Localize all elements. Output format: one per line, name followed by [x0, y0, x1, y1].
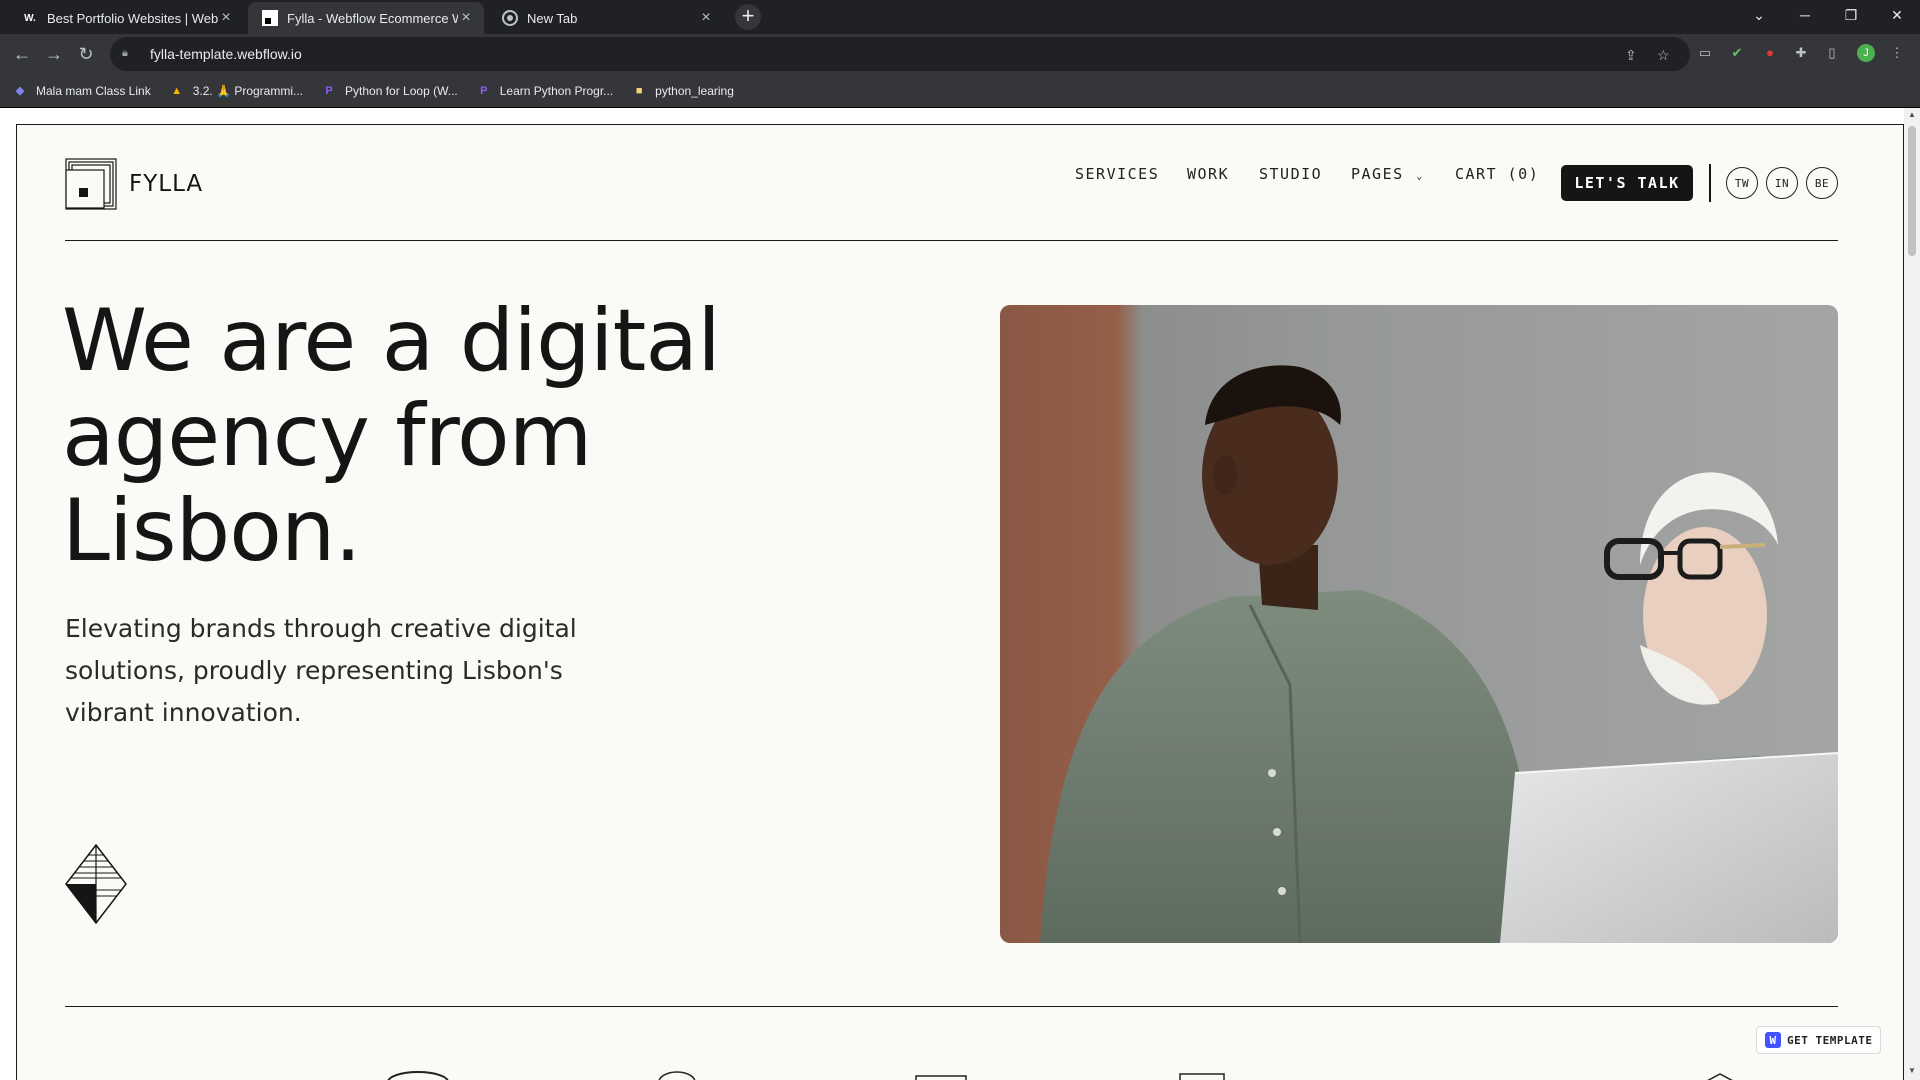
hero-headline-line: We are a digital	[62, 291, 721, 391]
page-favicon-icon	[262, 10, 278, 26]
bookmark-item[interactable]: P Learn Python Progr...	[476, 83, 613, 99]
chrome-icon	[502, 10, 518, 26]
back-button[interactable]: ←	[10, 42, 34, 66]
menu-kebab-icon[interactable]: ⋮	[1888, 44, 1906, 62]
minimize-button[interactable]: ─	[1782, 0, 1828, 30]
close-tab-icon[interactable]: ×	[218, 9, 234, 27]
bookmark-item[interactable]: ▲ 3.2. 🙏 Programmi...	[169, 83, 303, 99]
p-icon: P	[325, 84, 333, 97]
extensions-puzzle-icon[interactable]: ✚	[1792, 44, 1810, 62]
bookmark-label: Python for Loop (W...	[345, 83, 458, 98]
close-window-button[interactable]: ✕	[1874, 0, 1920, 30]
tab-new-tab[interactable]: New Tab ×	[488, 2, 724, 34]
client-logos-row	[387, 1071, 1733, 1080]
bookmark-star-icon[interactable]: ☆	[1657, 47, 1670, 64]
folder-icon: ■	[635, 84, 643, 97]
scroll-up-arrow-icon[interactable]: ▲	[1904, 110, 1920, 119]
nav-pages-label: PAGES	[1351, 165, 1404, 183]
bookmark-folder[interactable]: ■ python_learing	[631, 83, 734, 99]
hero-headline: We are a digital agency from Lisbon.	[62, 294, 822, 579]
diamond-ornament-icon	[65, 844, 127, 924]
tab-fylla[interactable]: Fylla - Webflow Ecommerce Web ×	[248, 2, 484, 34]
lets-talk-button[interactable]: LET'S TALK	[1561, 165, 1693, 201]
bookmark-label: Mala mam Class Link	[36, 83, 151, 98]
hero-subtext: Elevating brands through creative digita…	[65, 614, 577, 727]
hero-photo	[1000, 305, 1838, 943]
nav-divider	[1709, 164, 1711, 202]
nav-cart[interactable]: CART (0)	[1455, 165, 1539, 183]
bookmark-label: 3.2. 🙏 Programmi...	[192, 83, 304, 98]
close-tab-icon[interactable]: ×	[698, 9, 714, 27]
browser-tab-strip: W. Best Portfolio Websites | Web De × Fy…	[0, 0, 1920, 34]
team-photo-illustration	[1040, 365, 1838, 943]
get-template-button[interactable]: W GET TEMPLATE	[1756, 1026, 1881, 1054]
chevron-down-icon: ⌄	[1416, 171, 1424, 182]
tab-title: New Tab	[527, 10, 578, 26]
triangle-icon: ▲	[171, 84, 183, 97]
fylla-logo-icon	[65, 158, 117, 210]
bookmark-item[interactable]: ◆ Mala mam Class Link	[12, 83, 151, 99]
teams-icon: ◆	[15, 85, 25, 97]
page-scrollbar[interactable]: ▲ ▼	[1904, 108, 1920, 1080]
hero-headline-line: agency from	[62, 386, 592, 486]
lock-icon: 🔒︎	[122, 47, 128, 59]
bookmark-label: Learn Python Progr...	[499, 83, 614, 98]
forward-button[interactable]: →	[42, 42, 66, 66]
profile-avatar-icon[interactable]: J	[1857, 44, 1875, 62]
tab-search-icon[interactable]: ⌄	[1736, 0, 1782, 30]
webflow-favicon-icon: W.	[24, 12, 36, 24]
p-icon: P	[480, 84, 488, 97]
extension-check-icon[interactable]: ✔	[1728, 44, 1746, 62]
bookmark-item[interactable]: P Python for Loop (W...	[321, 83, 458, 99]
social-linkedin-link[interactable]: IN	[1766, 167, 1798, 199]
nav-services[interactable]: SERVICES	[1075, 165, 1159, 183]
nav-pages-dropdown[interactable]: PAGES ⌄	[1351, 165, 1424, 183]
scroll-down-arrow-icon[interactable]: ▼	[1904, 1066, 1920, 1075]
share-icon[interactable]: ⇪	[1625, 47, 1637, 64]
nav-studio[interactable]: STUDIO	[1259, 165, 1322, 183]
url-text: fylla-template.webflow.io	[150, 46, 302, 62]
restore-button[interactable]: ❐	[1828, 0, 1874, 30]
extension-red-icon[interactable]: ●	[1761, 44, 1779, 62]
get-template-label: GET TEMPLATE	[1787, 1033, 1873, 1047]
social-behance-link[interactable]: BE	[1806, 167, 1838, 199]
tab-title: Fylla - Webflow Ecommerce Web	[287, 10, 458, 26]
site-logo[interactable]: FYLLA	[65, 158, 203, 210]
browser-toolbar: ← → ↻ 🔒︎ fylla-template.webflow.io ⇪ ☆ ▭…	[0, 34, 1920, 74]
nav-work[interactable]: WORK	[1187, 165, 1229, 183]
logo-wordmark: FYLLA	[129, 171, 204, 197]
hero-headline-line: Lisbon.	[62, 481, 362, 581]
section-divider	[65, 1006, 1838, 1007]
reload-button[interactable]: ↻	[74, 42, 98, 66]
bookmarks-bar: ◆ Mala mam Class Link ▲ 3.2. 🙏 Programmi…	[0, 74, 1920, 108]
extension-cast-icon[interactable]: ▭	[1696, 44, 1714, 62]
header-divider	[65, 240, 1838, 241]
page-viewport: FYLLA SERVICES WORK STUDIO PAGES ⌄ CART …	[0, 108, 1920, 1080]
tab-portfolio[interactable]: W. Best Portfolio Websites | Web De ×	[8, 2, 244, 34]
close-tab-icon[interactable]: ×	[458, 9, 474, 27]
bookmark-label: python_learing	[655, 83, 734, 98]
new-tab-button[interactable]: +	[735, 4, 761, 30]
scrollbar-thumb[interactable]	[1908, 126, 1916, 256]
tab-title: Best Portfolio Websites | Web De	[47, 10, 218, 26]
address-bar[interactable]: 🔒︎ fylla-template.webflow.io ⇪ ☆	[110, 37, 1690, 71]
side-panel-icon[interactable]: ▯	[1823, 44, 1841, 62]
webflow-logo-icon: W	[1765, 1032, 1781, 1048]
social-twitter-link[interactable]: TW	[1726, 167, 1758, 199]
